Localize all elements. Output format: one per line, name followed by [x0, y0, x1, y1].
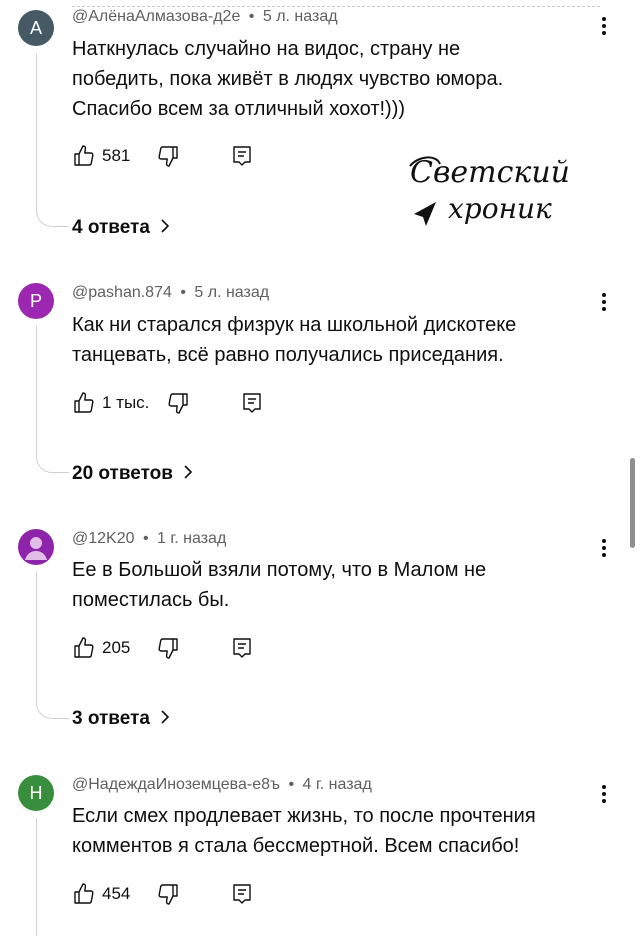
view-replies-button[interactable]: 20 ответов [72, 463, 193, 485]
thumbs-up-icon [74, 883, 94, 904]
dislike-button[interactable] [156, 634, 180, 662]
dislike-button[interactable] [166, 389, 190, 417]
thumbs-up-icon [74, 145, 94, 166]
comment-text: Ее в Большой взяли потому, что в Малом н… [72, 555, 592, 615]
thumbs-down-icon [168, 393, 188, 414]
comment-text-line: комментов я стала бессмертной. Всем спас… [72, 835, 520, 857]
comment-text-line: Наткнулась случайно на видос, страну не [72, 38, 461, 60]
reply-button[interactable] [230, 880, 254, 908]
like-button[interactable]: 454 [72, 880, 130, 908]
reply-button[interactable] [240, 389, 264, 417]
comment-time[interactable]: 5 л. назад [194, 284, 269, 301]
comment-text-line: поместилась бы. [72, 589, 230, 611]
comment-menu-button[interactable] [596, 782, 612, 806]
like-count: 1 тыс. [102, 393, 150, 412]
comment-actions: 581 [72, 142, 292, 170]
reply-button[interactable] [230, 634, 254, 662]
thumbs-down-icon [158, 638, 178, 659]
author-name[interactable]: @НадеждаИноземцева-е8ъ [72, 776, 280, 793]
watermark-line1: Светский [410, 155, 570, 190]
comment-menu-button[interactable] [596, 536, 612, 560]
watermark-line2: хроник [448, 192, 552, 225]
dislike-button[interactable] [156, 142, 180, 170]
replies-label: 4 ответа [72, 217, 150, 238]
like-button[interactable]: 1 тыс. [72, 389, 149, 417]
like-button[interactable]: 205 [72, 634, 130, 662]
meta-separator: • [248, 8, 255, 25]
comment-text: Если смех продлевает жизнь, то после про… [72, 801, 592, 861]
thumbs-up-icon [74, 637, 94, 658]
replies-label: 20 ответов [72, 463, 173, 484]
chevron-right-icon [160, 708, 170, 730]
comment-meta: @АлёнаАлмазова-д2е • 5 л. назад [72, 8, 338, 26]
reply-comment-icon [233, 146, 251, 166]
channel-watermark-logo: Светский хроник [404, 142, 574, 252]
comment-actions: 205 [72, 634, 292, 662]
comment-actions: 1 тыс. [72, 389, 292, 417]
avatar[interactable]: P [18, 283, 54, 319]
comment-time[interactable]: 1 г. назад [157, 530, 226, 547]
comment-text: Как ни старался физрук на школьной диско… [72, 310, 592, 370]
avatar[interactable] [18, 529, 54, 565]
meta-separator: • [180, 284, 186, 301]
comment-text-line: Спасибо всем за отличный хохот!))) [72, 98, 406, 120]
view-replies-button[interactable]: 3 ответа [72, 708, 170, 730]
author-name[interactable]: @12K20 [72, 530, 135, 547]
comment-menu-button[interactable] [596, 290, 612, 314]
comment-meta: @pashan.874 • 5 л. назад [72, 284, 269, 302]
like-count: 454 [102, 884, 131, 903]
author-name[interactable]: @pashan.874 [72, 284, 172, 301]
reply-comment-icon [243, 393, 261, 413]
comment-menu-button[interactable] [596, 14, 612, 38]
comment-text-line: Ее в Большой взяли потому, что в Малом н… [72, 559, 487, 581]
chevron-right-icon [183, 463, 193, 485]
thumbs-up-icon [74, 392, 94, 413]
comment-actions: 454 [72, 880, 292, 908]
view-replies-button[interactable]: 4 ответа [72, 217, 170, 239]
paper-plane-icon [414, 202, 436, 226]
reply-thread-line [36, 326, 69, 473]
like-count: 205 [102, 638, 131, 657]
comment-text: Наткнулась случайно на видос, страну не … [72, 34, 592, 124]
comment-text-line: победить, пока живёт в людях чувство юмо… [72, 68, 504, 90]
thumbs-down-icon [158, 146, 178, 167]
comment-meta: @12K20 • 1 г. назад [72, 530, 226, 548]
top-divider [72, 6, 600, 7]
reply-thread-line [36, 54, 69, 227]
comment-time[interactable]: 5 л. назад [263, 8, 338, 25]
reply-thread-line [36, 818, 37, 936]
comment-text-line: танцевать, всё равно получались приседан… [72, 344, 504, 366]
like-count: 581 [102, 146, 131, 165]
comment-meta: @НадеждаИноземцева-е8ъ • 4 г. назад [72, 776, 372, 794]
reply-comment-icon [233, 884, 251, 904]
replies-label: 3 ответа [72, 708, 150, 729]
meta-separator: • [142, 530, 149, 547]
comment-time[interactable]: 4 г. назад [303, 776, 372, 793]
reply-thread-line [36, 572, 69, 719]
meta-separator: • [288, 776, 295, 793]
comment-text-line: Если смех продлевает жизнь, то после про… [72, 805, 536, 827]
author-name[interactable]: @АлёнаАлмазова-д2е [72, 8, 240, 25]
avatar[interactable]: A [18, 10, 54, 46]
page-scrollbar[interactable] [630, 458, 635, 548]
comment-text-line: Как ни старался физрук на школьной диско… [72, 314, 517, 336]
like-button[interactable]: 581 [72, 142, 130, 170]
reply-comment-icon [233, 638, 251, 658]
chevron-right-icon [160, 217, 170, 239]
default-user-icon [25, 537, 47, 560]
reply-button[interactable] [230, 142, 254, 170]
avatar[interactable]: Н [18, 775, 54, 811]
thumbs-down-icon [158, 884, 178, 905]
dislike-button[interactable] [156, 880, 180, 908]
